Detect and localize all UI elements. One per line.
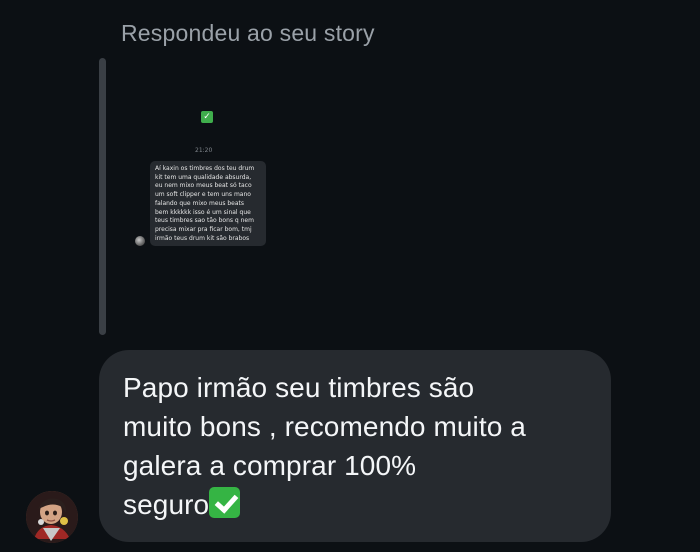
story-message-line: irmão teus drum kit são brabos xyxy=(155,234,250,242)
story-message-line: teus timbres sao tão bons q nem xyxy=(155,217,254,225)
reply-message-bubble[interactable]: Papo irmão seu timbres são muito bons , … xyxy=(99,350,611,542)
story-message-text: Aí kaxin os timbres dos teu drum kit tem… xyxy=(155,165,262,243)
reply-message-line: galera a comprar 100% xyxy=(123,450,417,481)
avatar-image xyxy=(26,491,78,543)
check-mark-button-icon xyxy=(209,487,241,518)
story-message-line: bem kkkkkk isso é um sinal que xyxy=(155,208,251,216)
story-message-line: falando que mixo meus beats xyxy=(155,199,245,207)
story-message-line: eu nem mixo meus beat só taco xyxy=(155,182,252,190)
story-message-line: kit tem uma qualidade absurda, xyxy=(155,173,252,181)
avatar[interactable] xyxy=(26,491,78,543)
reply-message-word: seguro xyxy=(123,489,210,520)
reply-message-line-final: seguro xyxy=(123,485,593,524)
reply-message-text: Papo irmão seu timbres são muito bons , … xyxy=(123,368,593,524)
reply-message-line: Papo irmão seu timbres são xyxy=(123,372,475,403)
story-message-line: Aí kaxin os timbres dos teu drum xyxy=(155,165,255,172)
story-reply-label: Respondeu ao seu story xyxy=(121,20,375,46)
story-message-bubble: Aí kaxin os timbres dos teu drum kit tem… xyxy=(150,161,266,246)
story-message-line: um soft clipper e tem uns mano xyxy=(155,191,251,199)
story-check-icon: ✓ xyxy=(201,111,213,123)
story-avatar xyxy=(135,236,145,246)
story-preview[interactable]: ✓ 21:20 Aí kaxin os timbres dos teu drum… xyxy=(115,58,300,335)
story-message-line: precisa mixar pra ficar bom, tmj xyxy=(155,225,252,233)
story-reply-bar xyxy=(99,58,106,335)
reply-message-line: muito bons , recomendo muito a xyxy=(123,411,526,442)
story-time: 21:20 xyxy=(195,147,213,154)
